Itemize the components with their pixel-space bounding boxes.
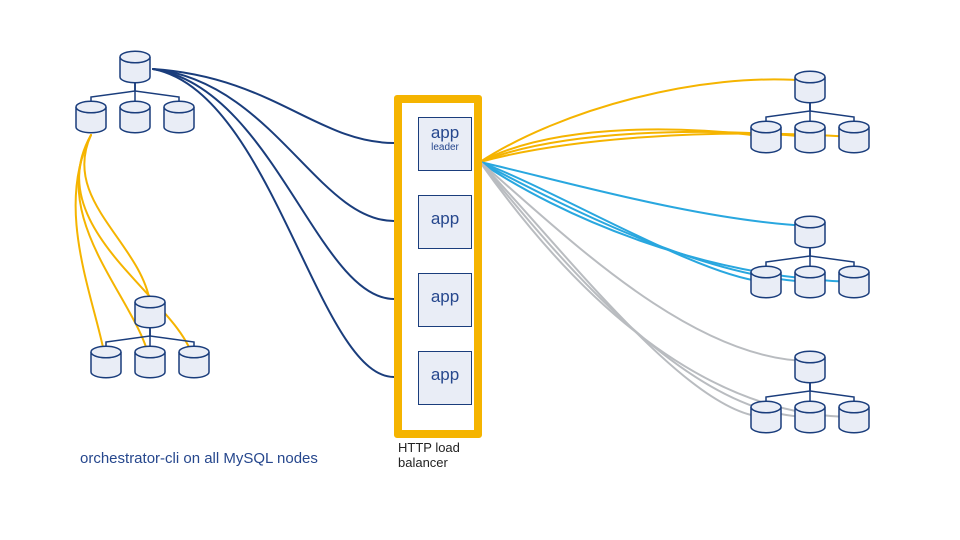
- app-box-2: app: [418, 195, 472, 249]
- app-box-leader: appleader: [418, 117, 472, 171]
- app-box-3: app: [418, 273, 472, 327]
- app-box-label: app: [419, 352, 471, 385]
- caption-orchestrator-cli: orchestrator-cli on all MySQL nodes: [80, 450, 318, 467]
- caption-http-lb: HTTP loadbalancer: [398, 440, 460, 470]
- app-box-label: app: [419, 196, 471, 229]
- app-box-label: app: [419, 274, 471, 307]
- app-box-label: app: [419, 118, 471, 143]
- app-box-4: app: [418, 351, 472, 405]
- app-box-sublabel: leader: [419, 143, 471, 153]
